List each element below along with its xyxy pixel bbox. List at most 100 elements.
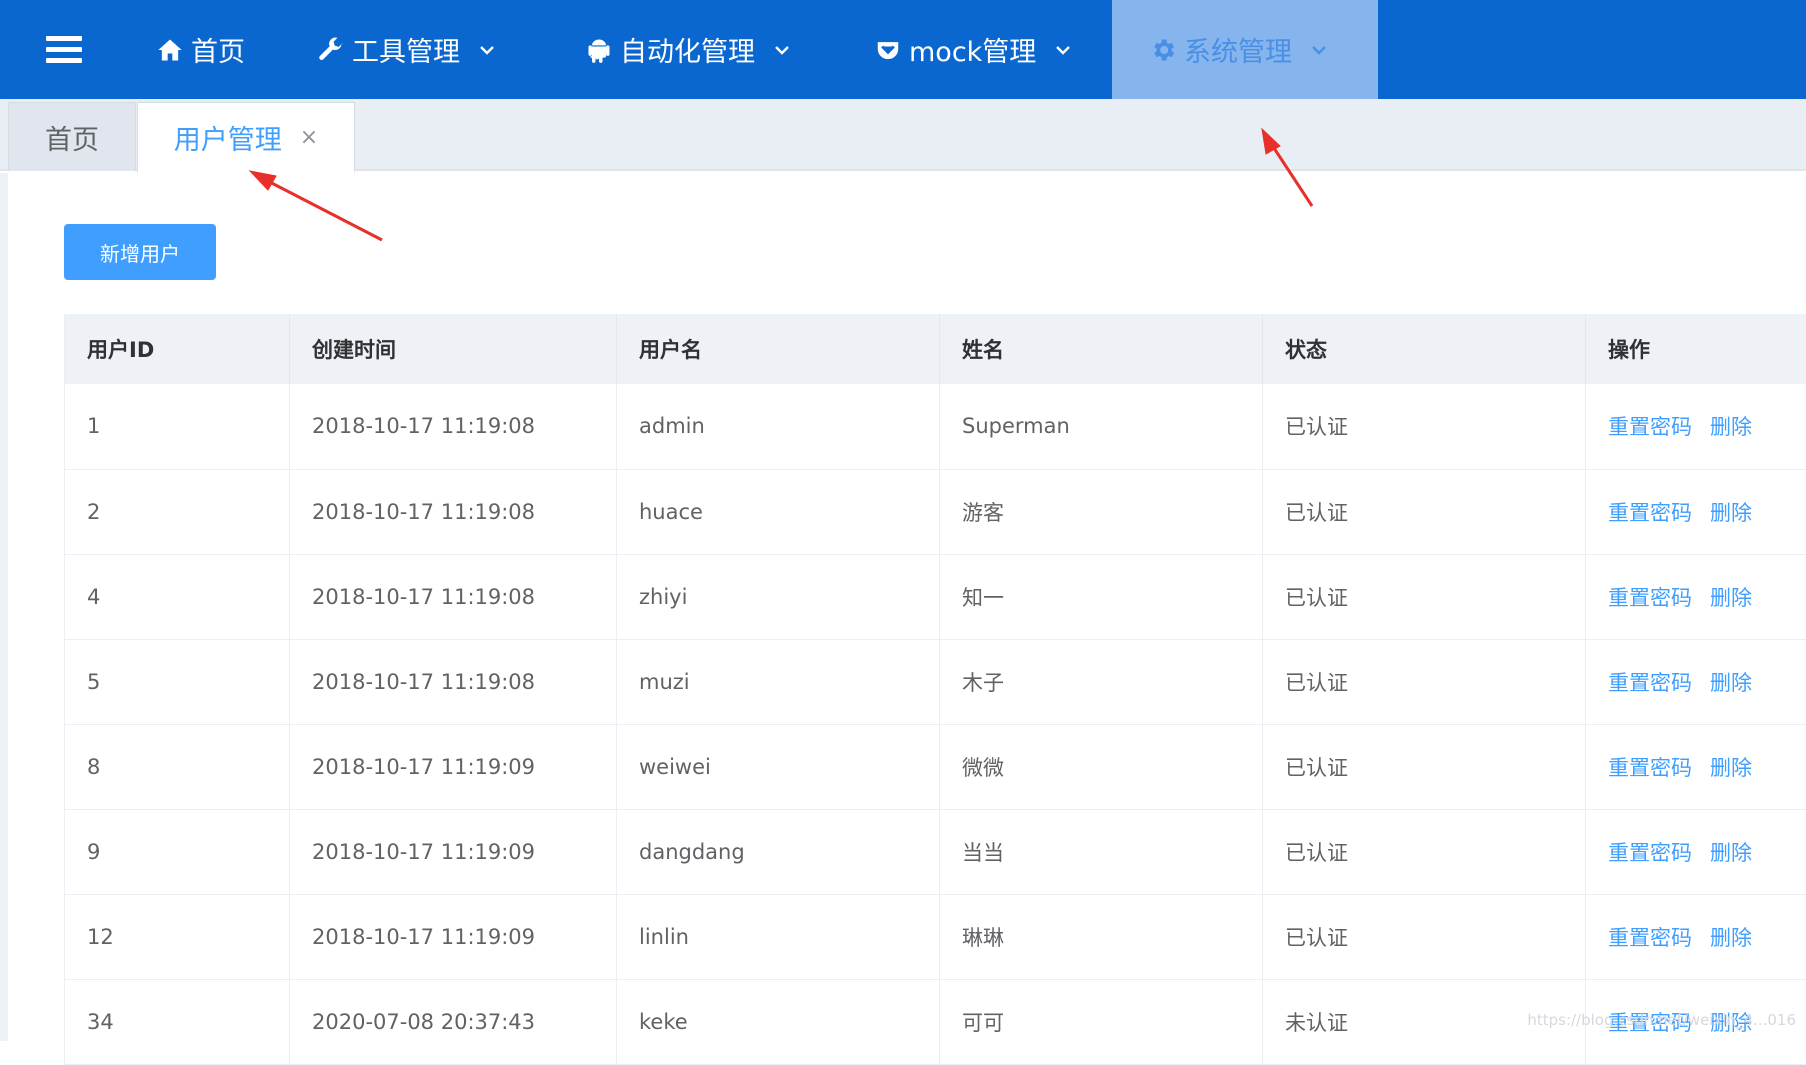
cell-created: 2018-10-17 11:19:08 xyxy=(290,384,617,469)
cell-username: keke xyxy=(617,979,940,1064)
table-row: 42018-10-17 11:19:08zhiyi知一已认证重置密码删除 xyxy=(65,554,1806,639)
cell-created: 2018-10-17 11:19:08 xyxy=(290,554,617,639)
cell-status: 已认证 xyxy=(1263,384,1586,469)
table-row: 12018-10-17 11:19:08adminSuperman已认证重置密码… xyxy=(65,384,1806,469)
cell-id: 8 xyxy=(65,724,290,809)
column-header: 姓名 xyxy=(940,314,1263,384)
top-navbar: 首页 工具管理 自动化管理 mock管理 系统管理 xyxy=(0,0,1806,99)
cell-created: 2018-10-17 11:19:09 xyxy=(290,894,617,979)
close-icon[interactable]: × xyxy=(300,125,318,150)
reset-password-link[interactable]: 重置密码 xyxy=(1608,926,1692,950)
cell-status: 已认证 xyxy=(1263,469,1586,554)
delete-link[interactable]: 删除 xyxy=(1710,415,1752,439)
column-header: 创建时间 xyxy=(290,314,617,384)
cell-status: 已认证 xyxy=(1263,894,1586,979)
reset-password-link[interactable]: 重置密码 xyxy=(1608,415,1692,439)
column-header: 用户ID xyxy=(65,314,290,384)
table-row: 22018-10-17 11:19:08huace游客已认证重置密码删除 xyxy=(65,469,1806,554)
android-icon xyxy=(584,35,614,65)
cell-created: 2018-10-17 11:19:08 xyxy=(290,639,617,724)
gear-icon xyxy=(1148,35,1178,65)
cell-username: admin xyxy=(617,384,940,469)
watermark: https://blog.csdn.net/weixin_4...016 xyxy=(1527,1011,1796,1029)
cell-name: 游客 xyxy=(940,469,1263,554)
column-header: 用户名 xyxy=(617,314,940,384)
menu-toggle-icon[interactable] xyxy=(46,36,82,64)
column-header: 操作 xyxy=(1586,314,1806,384)
tab-strip: 首页 用户管理 × xyxy=(0,99,1806,171)
cell-username: zhiyi xyxy=(617,554,940,639)
tab-user-management[interactable]: 用户管理 × xyxy=(137,102,355,173)
cell-created: 2020-07-08 20:37:43 xyxy=(290,979,617,1064)
nav-item-label: 自动化管理 xyxy=(620,30,755,69)
tab-label: 首页 xyxy=(45,118,99,157)
delete-link[interactable]: 删除 xyxy=(1710,756,1752,780)
delete-link[interactable]: 删除 xyxy=(1710,586,1752,610)
table-header-row: 用户ID 创建时间 用户名 姓名 状态 操作 xyxy=(65,314,1806,384)
cell-actions: 重置密码删除 xyxy=(1586,384,1806,469)
delete-link[interactable]: 删除 xyxy=(1710,841,1752,865)
reset-password-link[interactable]: 重置密码 xyxy=(1608,671,1692,695)
cell-status: 已认证 xyxy=(1263,639,1586,724)
reset-password-link[interactable]: 重置密码 xyxy=(1608,586,1692,610)
cell-name: 木子 xyxy=(940,639,1263,724)
delete-link[interactable]: 删除 xyxy=(1710,501,1752,525)
cell-created: 2018-10-17 11:19:08 xyxy=(290,469,617,554)
nav-item-mock[interactable]: mock管理 xyxy=(873,0,1072,99)
cell-id: 4 xyxy=(65,554,290,639)
cell-actions: 重置密码删除 xyxy=(1586,639,1806,724)
cell-actions: 重置密码删除 xyxy=(1586,809,1806,894)
cell-id: 5 xyxy=(65,639,290,724)
delete-link[interactable]: 删除 xyxy=(1710,926,1752,950)
nav-item-automation[interactable]: 自动化管理 xyxy=(584,0,791,99)
user-table: 用户ID 创建时间 用户名 姓名 状态 操作 12018-10-17 11:19… xyxy=(64,314,1806,1065)
cell-name: Superman xyxy=(940,384,1263,469)
cell-name: 可可 xyxy=(940,979,1263,1064)
nav-item-label: 首页 xyxy=(191,30,245,69)
tab-home[interactable]: 首页 xyxy=(8,102,136,171)
pocket-icon xyxy=(873,35,903,65)
cell-status: 已认证 xyxy=(1263,809,1586,894)
cell-status: 已认证 xyxy=(1263,554,1586,639)
cell-username: weiwei xyxy=(617,724,940,809)
cell-name: 当当 xyxy=(940,809,1263,894)
wrench-icon xyxy=(316,35,346,65)
cell-id: 2 xyxy=(65,469,290,554)
column-header: 状态 xyxy=(1263,314,1586,384)
reset-password-link[interactable]: 重置密码 xyxy=(1608,841,1692,865)
nav-item-tools[interactable]: 工具管理 xyxy=(316,0,496,99)
nav-item-label: 工具管理 xyxy=(352,30,460,69)
table-row: 122018-10-17 11:19:09linlin琳琳已认证重置密码删除 xyxy=(65,894,1806,979)
cell-id: 1 xyxy=(65,384,290,469)
sidebar-edge xyxy=(0,173,8,1041)
cell-status: 已认证 xyxy=(1263,724,1586,809)
tab-label: 用户管理 xyxy=(174,118,282,157)
delete-link[interactable]: 删除 xyxy=(1710,671,1752,695)
table-row: 82018-10-17 11:19:09weiwei微微已认证重置密码删除 xyxy=(65,724,1806,809)
chevron-down-icon xyxy=(773,41,791,59)
cell-username: dangdang xyxy=(617,809,940,894)
cell-actions: 重置密码删除 xyxy=(1586,469,1806,554)
nav-item-home[interactable]: 首页 xyxy=(155,0,245,99)
add-user-button[interactable]: 新增用户 xyxy=(64,224,216,280)
cell-actions: 重置密码删除 xyxy=(1586,724,1806,809)
cell-actions: 重置密码删除 xyxy=(1586,894,1806,979)
cell-created: 2018-10-17 11:19:09 xyxy=(290,809,617,894)
chevron-down-icon xyxy=(1310,41,1328,59)
reset-password-link[interactable]: 重置密码 xyxy=(1608,756,1692,780)
cell-created: 2018-10-17 11:19:09 xyxy=(290,724,617,809)
cell-name: 琳琳 xyxy=(940,894,1263,979)
cell-id: 12 xyxy=(65,894,290,979)
reset-password-link[interactable]: 重置密码 xyxy=(1608,501,1692,525)
home-icon xyxy=(155,35,185,65)
cell-name: 微微 xyxy=(940,724,1263,809)
chevron-down-icon xyxy=(478,41,496,59)
cell-name: 知一 xyxy=(940,554,1263,639)
nav-item-label: mock管理 xyxy=(909,30,1036,69)
cell-actions: 重置密码删除 xyxy=(1586,554,1806,639)
cell-id: 34 xyxy=(65,979,290,1064)
nav-item-system[interactable]: 系统管理 xyxy=(1112,0,1378,99)
cell-username: linlin xyxy=(617,894,940,979)
cell-id: 9 xyxy=(65,809,290,894)
cell-username: huace xyxy=(617,469,940,554)
